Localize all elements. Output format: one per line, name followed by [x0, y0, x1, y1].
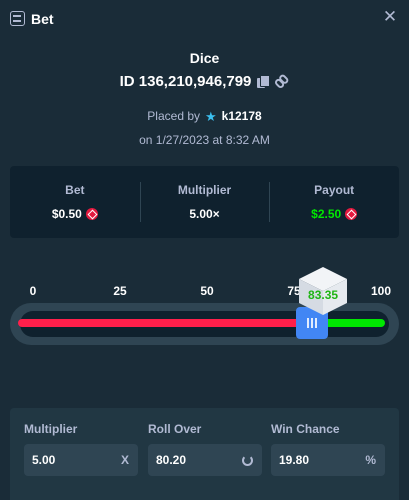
- bet-settings-panel: Multiplier 5.00 X Roll Over 80.20 Win Ch…: [10, 408, 399, 500]
- slider-tick: 0: [29, 284, 37, 298]
- username-link[interactable]: k12178: [222, 109, 262, 123]
- field-label: Win Chance: [271, 422, 340, 436]
- bet-id-row: ID 136,210,946,799: [0, 72, 409, 90]
- multiplier-amount: 5.00×: [189, 207, 220, 221]
- dice-result-value: 83.35: [308, 288, 339, 302]
- slider-tick: 25: [113, 284, 127, 298]
- field-label: Roll Over: [148, 422, 202, 436]
- stat-payout: Payout $2.50: [269, 166, 399, 238]
- bet-id: ID 136,210,946,799: [119, 72, 252, 90]
- payout-amount: $2.50: [311, 207, 342, 221]
- field-label: Multiplier: [24, 422, 78, 436]
- game-name: Dice: [189, 50, 220, 66]
- link-icon[interactable]: [272, 71, 292, 91]
- field-value: 80.20: [156, 453, 187, 467]
- placed-by-row: Placed by ★ k12178: [0, 107, 409, 125]
- vip-star-icon: ★: [205, 108, 217, 124]
- roll-over-input[interactable]: 80.20: [148, 444, 262, 476]
- slider-tick: 50: [200, 284, 214, 298]
- multiplier-input[interactable]: 5.00 X: [24, 444, 138, 476]
- stat-value: 5.00×: [189, 207, 219, 221]
- stat-bet: Bet $0.50: [10, 166, 140, 238]
- dice-result-marker: 83.35: [297, 265, 349, 317]
- percent-icon: %: [365, 453, 376, 467]
- stat-label: Bet: [65, 183, 85, 197]
- stat-value: $0.50: [52, 207, 98, 221]
- copy-icon[interactable]: [257, 74, 271, 88]
- stats-panel: Bet $0.50 Multiplier 5.00× Payout $2.50: [10, 166, 399, 238]
- window-title: Bet: [31, 11, 54, 27]
- currency-coin-icon: [85, 208, 98, 220]
- bet-slip-icon: [10, 11, 25, 26]
- field-value: 19.80: [279, 453, 310, 467]
- slider-tick: 100: [370, 284, 392, 298]
- win-chance-input[interactable]: 19.80 %: [271, 444, 385, 476]
- title-bar: Bet ✕: [0, 0, 409, 38]
- refresh-icon[interactable]: [242, 454, 253, 466]
- currency-coin-icon: [345, 208, 358, 220]
- placed-by-label: Placed by: [147, 109, 200, 123]
- multiplier-field: Multiplier 5.00 X: [24, 422, 138, 476]
- roll-over-field: Roll Over 80.20: [148, 422, 262, 476]
- win-chance-field: Win Chance 19.80 %: [271, 422, 385, 476]
- bet-date: on 1/27/2023 at 8:32 AM: [139, 133, 270, 147]
- stat-label: Payout: [314, 183, 355, 197]
- close-button[interactable]: ✕: [381, 8, 399, 26]
- bet-amount: $0.50: [51, 207, 82, 221]
- stat-value: $2.50: [311, 207, 358, 221]
- multiplier-x-icon: X: [120, 453, 129, 467]
- stat-label: Multiplier: [177, 183, 232, 197]
- stat-multiplier: Multiplier 5.00×: [139, 166, 270, 238]
- field-value: 5.00: [32, 453, 56, 467]
- slider-lose-range: [18, 319, 313, 327]
